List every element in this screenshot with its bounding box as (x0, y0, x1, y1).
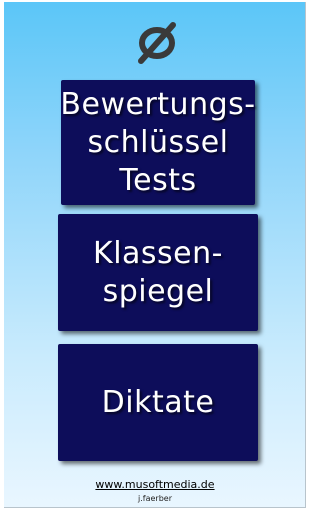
diktate-button[interactable]: Diktate (58, 344, 258, 461)
klassenspiegel-button[interactable]: Klassen- spiegel (58, 214, 258, 331)
empty-set-icon (138, 22, 176, 64)
bewertungsschluessel-tests-label: Bewertungs- schlüssel Tests (60, 86, 256, 198)
klassenspiegel-label: Klassen- spiegel (93, 235, 223, 309)
website-link[interactable]: www.musoftmedia.de (4, 478, 306, 491)
diktate-label: Diktate (101, 384, 215, 420)
bewertungsschluessel-tests-button[interactable]: Bewertungs- schlüssel Tests (60, 80, 256, 205)
app-screen: Bewertungs- schlüssel Tests Klassen- spi… (4, 2, 306, 508)
author-credit: j.faerber (138, 494, 172, 503)
